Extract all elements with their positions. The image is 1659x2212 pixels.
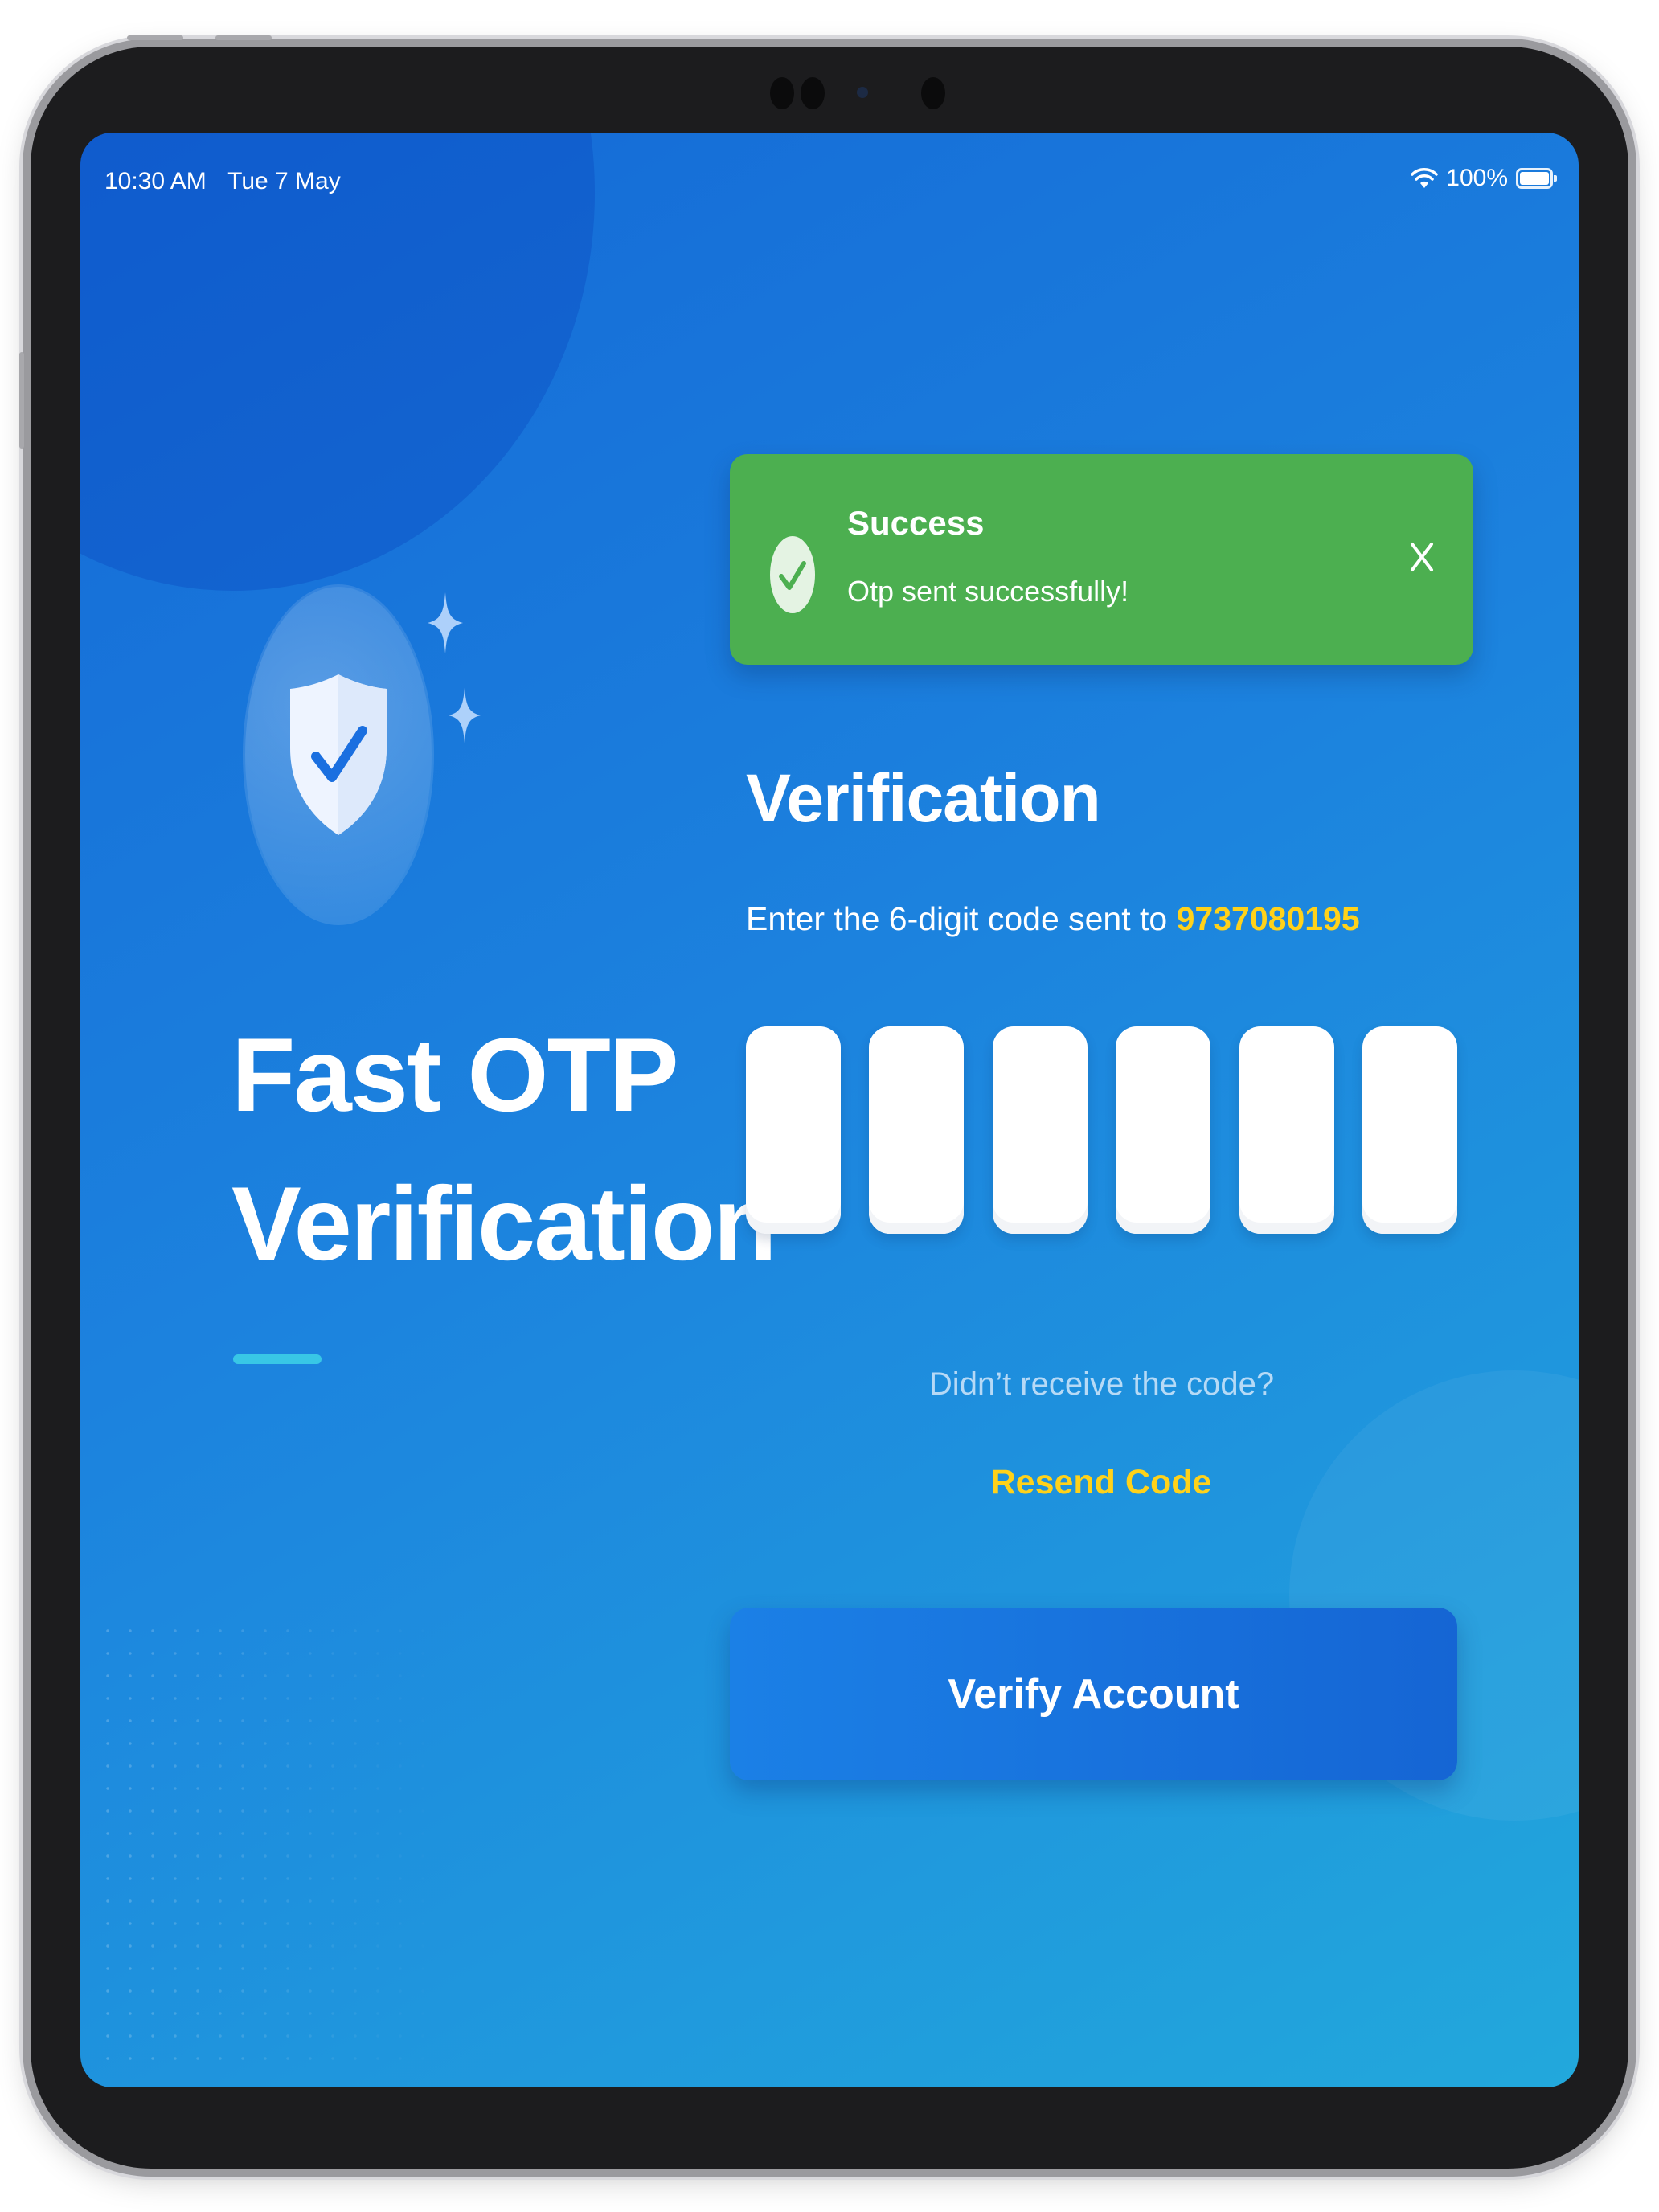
otp-input-group [746, 1026, 1457, 1234]
shield-badge [245, 587, 432, 923]
otp-digit-input[interactable] [1116, 1026, 1211, 1234]
verification-title: Verification [746, 760, 1101, 836]
sensor-dot [801, 77, 825, 109]
close-icon[interactable] [1404, 533, 1440, 581]
otp-digit-input[interactable] [992, 1026, 1088, 1234]
dot-pattern [96, 1620, 450, 2070]
phone-number: 9737080195 [1176, 900, 1360, 937]
otp-digit-input[interactable] [1239, 1026, 1334, 1234]
camera-bar [770, 71, 955, 111]
battery-percentage: 100% [1446, 165, 1508, 191]
wifi-icon [1411, 168, 1439, 188]
top-button [215, 35, 272, 40]
app-screen: 10:30 AM Tue 7 May 100% Fast OTP Verific… [80, 133, 1579, 2087]
status-time: 10:30 AM [104, 168, 207, 195]
resend-code-link[interactable]: Resend Code [952, 1463, 1250, 1502]
hero-title: Fast OTP Verification [231, 1001, 777, 1298]
shield-check-icon [290, 674, 387, 835]
sensor-dot [770, 77, 794, 109]
hero-title-line: Fast OTP [231, 1016, 679, 1133]
verification-subtitle: Enter the 6-digit code sent to 973708019… [746, 900, 1360, 938]
battery-level [1520, 172, 1549, 185]
sparkle-icon [428, 592, 463, 653]
toast-message: Otp sent successfully! [847, 575, 1129, 608]
background-decoration [80, 133, 595, 591]
status-bar-right: 100% [1411, 165, 1557, 192]
toast-title: Success [847, 504, 985, 542]
success-toast: Success Otp sent successfully! [730, 454, 1473, 665]
volume-button [19, 352, 24, 449]
battery-icon [1516, 168, 1557, 189]
resend-prompt: Didn’t receive the code? [928, 1366, 1275, 1402]
sensor-dot [921, 77, 945, 109]
status-bar-left: 10:30 AM Tue 7 May [104, 168, 341, 195]
sparkle-icon [449, 687, 481, 743]
status-date: Tue 7 May [227, 168, 341, 195]
otp-digit-input[interactable] [1362, 1026, 1457, 1234]
power-button [127, 35, 183, 40]
check-circle-icon [770, 536, 815, 613]
hero-title-line: Verification [231, 1165, 777, 1282]
camera-lens [857, 87, 868, 98]
otp-digit-input[interactable] [746, 1026, 841, 1234]
title-underline [233, 1354, 322, 1364]
subtitle-text: Enter the 6-digit code sent to [746, 900, 1168, 937]
verify-account-button[interactable]: Verify Account [730, 1608, 1457, 1780]
otp-digit-input[interactable] [869, 1026, 965, 1234]
